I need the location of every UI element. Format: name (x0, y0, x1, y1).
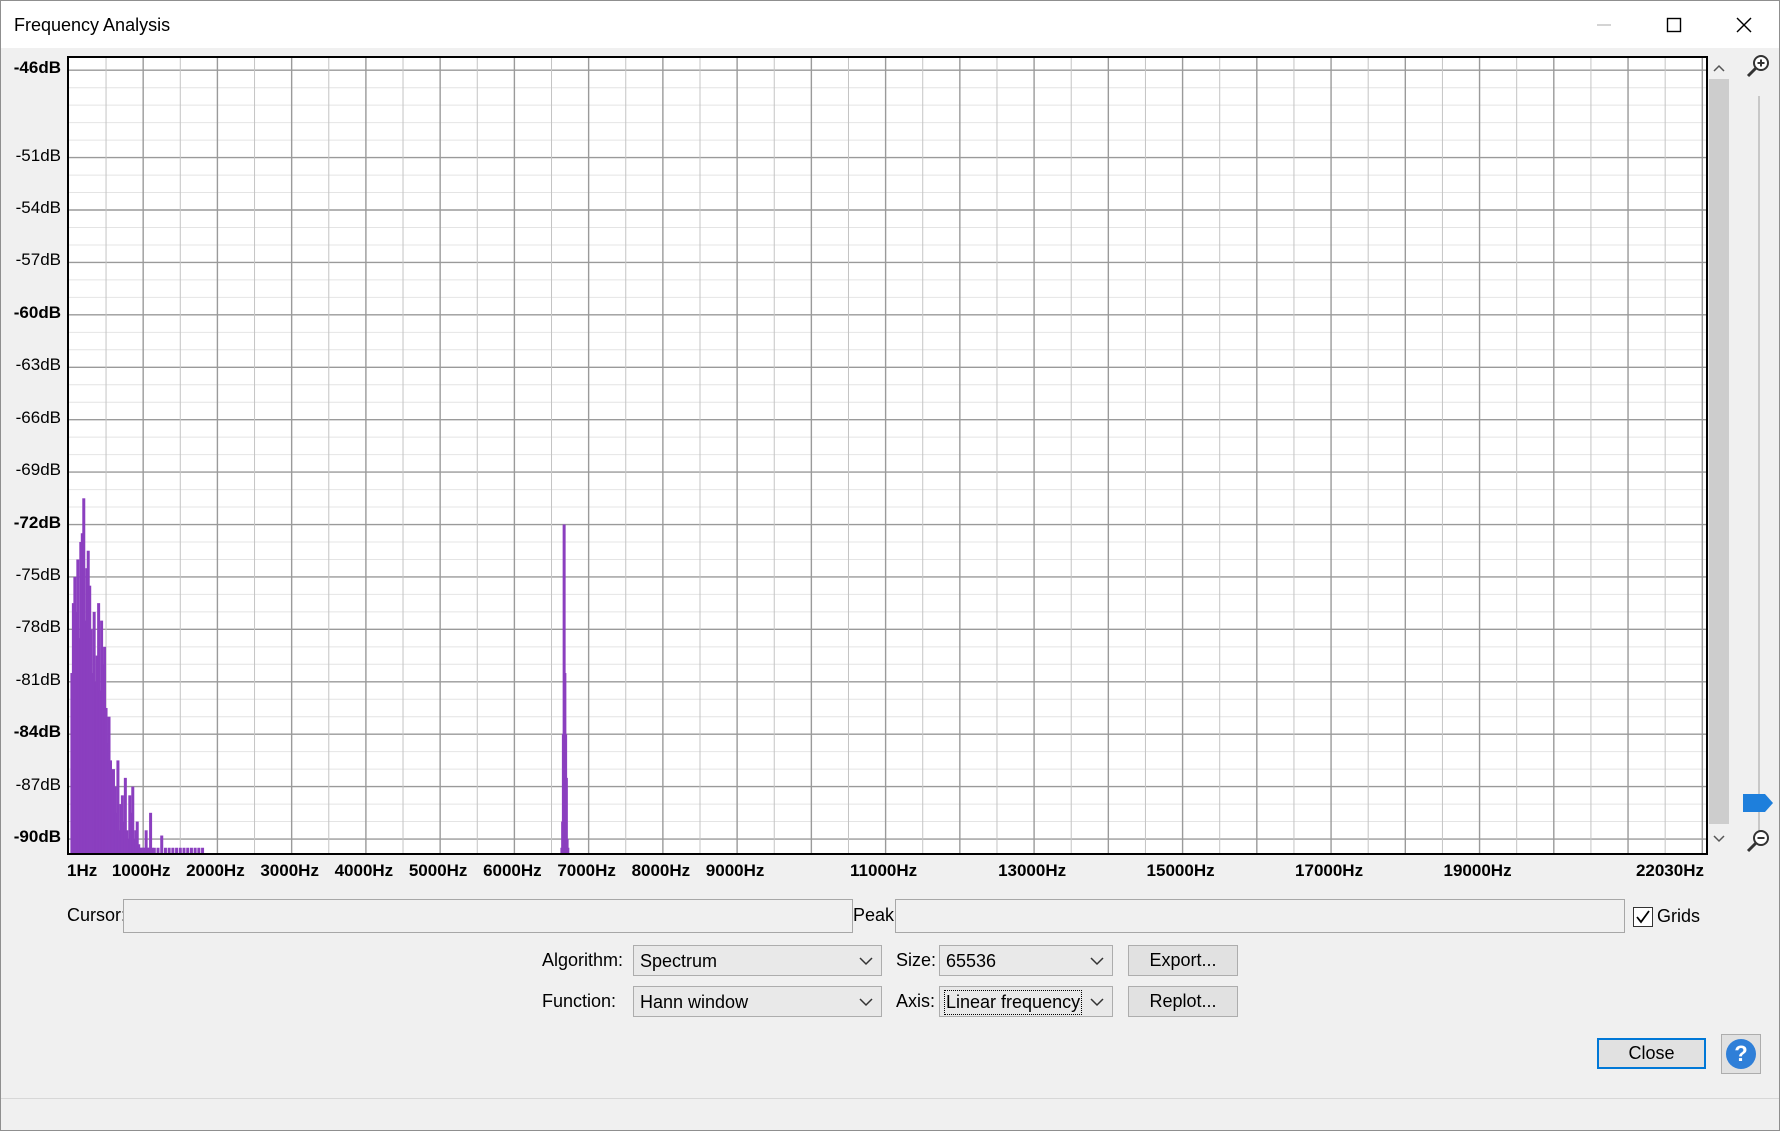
y-tick-label: -51dB (15, 145, 61, 165)
window-title: Frequency Analysis (14, 15, 171, 35)
axis-label: Axis: (896, 991, 936, 1011)
maximize-button[interactable] (1639, 1, 1709, 48)
export-button[interactable]: Export... (1128, 945, 1238, 976)
replot-button[interactable]: Replot... (1128, 986, 1238, 1017)
function-value: Hann window (640, 992, 749, 1012)
spectrum-chart (69, 58, 1706, 853)
chevron-down-icon (859, 998, 873, 1007)
status-bar-divider (1, 1098, 1779, 1099)
vertical-scrollbar[interactable] (1707, 56, 1731, 851)
peak-label: Peak: (853, 905, 900, 925)
axis-value: Linear frequency (943, 990, 1083, 1015)
help-icon: ? (1726, 1039, 1756, 1069)
x-tick-label: 19000Hz (1443, 861, 1512, 880)
y-axis: -46dB -51dB -54dB -57dB -60dB -63dB -66dB -69dB… (1, 49, 67, 857)
x-tick-label: 22030Hz (1635, 861, 1704, 880)
algorithm-select[interactable]: Spectrum (633, 945, 882, 976)
x-tick-label: 3000Hz (260, 861, 319, 880)
y-tick-label: -63dB (15, 355, 61, 375)
algorithm-value: Spectrum (640, 951, 718, 971)
x-tick-label: 13000Hz (998, 861, 1067, 880)
vertical-zoom-slider[interactable] (1741, 56, 1780, 856)
function-label: Function: (542, 991, 617, 1011)
minimize-icon (1597, 24, 1611, 25)
y-tick-label: -57dB (15, 250, 61, 270)
y-tick-label: -54dB (15, 198, 61, 217)
maximize-icon (1666, 17, 1682, 32)
y-tick-label: -78dB (15, 617, 61, 637)
y-tick-label: -87dB (15, 774, 61, 794)
y-tick-label: -75dB (15, 564, 61, 584)
x-tick-label: 4000Hz (334, 861, 394, 880)
y-tick-label: -81dB (15, 669, 61, 689)
x-tick-label: 8000Hz (631, 861, 691, 880)
cursor-field (123, 899, 853, 933)
x-tick-label: 7000Hz (557, 861, 616, 880)
scroll-up-arrow-icon[interactable] (1711, 60, 1727, 76)
x-tick-label: 15000Hz (1146, 861, 1215, 880)
spectrum-plot[interactable] (67, 56, 1708, 855)
help-button[interactable]: ? (1721, 1034, 1761, 1074)
frequency-analysis-window: Frequency Analysis -46dB -51dB -54dB -57dB -… (0, 0, 1780, 1131)
grids-label[interactable]: Grids (1657, 906, 1700, 927)
x-tick-label: 1000Hz (111, 861, 171, 880)
x-axis: 1Hz 1000Hz 2000Hz 3000Hz 4000Hz 5000Hz 6000Hz 7… (67, 853, 1707, 883)
y-tick-label: -90dB (13, 827, 61, 847)
size-select[interactable]: 65536 (939, 945, 1113, 976)
close-icon (1736, 17, 1752, 32)
zoom-slider-handle[interactable] (1743, 794, 1773, 812)
grids-checkbox[interactable] (1633, 907, 1653, 927)
checkmark-icon (1636, 910, 1650, 924)
x-tick-label: 11000Hz (850, 861, 918, 880)
axis-select[interactable]: Linear frequency (939, 986, 1113, 1017)
function-select[interactable]: Hann window (633, 986, 882, 1017)
x-tick-label: 6000Hz (483, 861, 542, 880)
x-tick-label: 17000Hz (1295, 861, 1364, 880)
y-tick-label: -69dB (15, 460, 61, 480)
y-tick-label: -66dB (15, 407, 61, 427)
y-tick-label: -84dB (13, 722, 61, 742)
close-button[interactable]: Close (1597, 1038, 1706, 1069)
minimize-button[interactable] (1569, 1, 1639, 48)
chevron-down-icon (1090, 998, 1104, 1007)
scroll-down-arrow-icon[interactable] (1711, 831, 1727, 847)
peak-field (895, 899, 1625, 933)
size-value: 65536 (946, 951, 997, 971)
cursor-label: Cursor: (67, 905, 127, 925)
chevron-down-icon (1090, 957, 1104, 966)
zoom-slider-track (1758, 96, 1760, 846)
x-tick-label: 5000Hz (408, 861, 468, 880)
zoom-out-icon[interactable] (1743, 826, 1773, 856)
spectrum-bar (149, 812, 153, 853)
spectrum-bar (160, 835, 164, 853)
size-label: Size: (896, 950, 937, 970)
y-tick-label: -60dB (13, 302, 61, 322)
chevron-down-icon (859, 957, 873, 966)
close-window-button[interactable] (1709, 1, 1779, 48)
svg-text:?: ? (1734, 1041, 1747, 1066)
title-bar: Frequency Analysis (1, 1, 1779, 48)
scrollbar-thumb[interactable] (1709, 79, 1729, 824)
y-tick-label: -72dB (13, 512, 61, 532)
algorithm-label: Algorithm: (542, 950, 624, 970)
y-tick-label: -46dB (13, 58, 61, 78)
x-tick-label: 1Hz (67, 861, 98, 880)
x-tick-label: 9000Hz (705, 861, 765, 880)
x-tick-label: 2000Hz (186, 861, 245, 880)
